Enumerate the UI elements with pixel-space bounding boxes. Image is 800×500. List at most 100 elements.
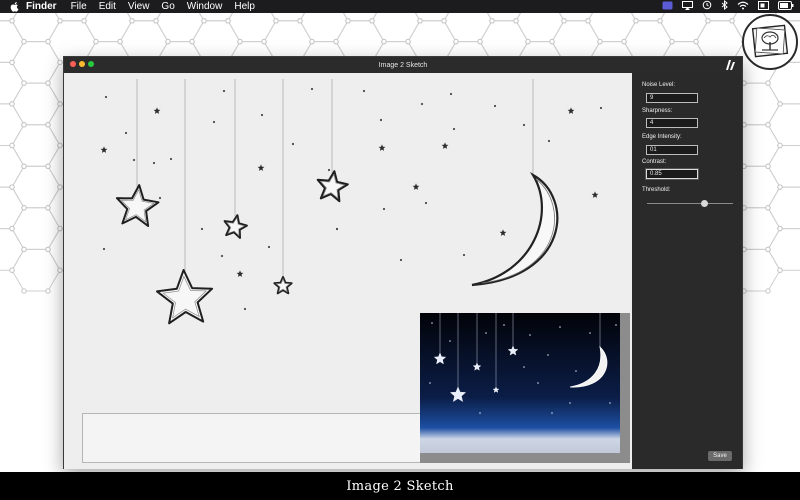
wallpaper-node bbox=[441, 18, 447, 24]
wallpaper-node bbox=[21, 205, 27, 211]
photo-star-dot bbox=[449, 340, 451, 342]
caption-banner: Image 2 Sketch bbox=[0, 472, 800, 500]
menu-finder[interactable]: Finder bbox=[26, 0, 57, 13]
dust-dot bbox=[260, 113, 264, 117]
drop-area[interactable] bbox=[82, 413, 422, 463]
wallpaper-node bbox=[129, 18, 135, 24]
photo-star-dot bbox=[523, 366, 525, 368]
noise-level-input[interactable]: 9 bbox=[646, 93, 698, 103]
dust-dot bbox=[104, 95, 108, 99]
dust-dot bbox=[379, 118, 383, 122]
photo-star-dot bbox=[559, 326, 561, 328]
wallpaper-node bbox=[21, 246, 27, 253]
sketch-canvas[interactable] bbox=[64, 73, 632, 469]
wallpaper-node bbox=[45, 122, 51, 128]
wallpaper-node bbox=[597, 38, 603, 45]
save-button[interactable]: Save bbox=[708, 451, 732, 461]
threshold-slider-track[interactable] bbox=[647, 203, 733, 204]
dust-dot bbox=[158, 196, 162, 200]
wallpaper-node bbox=[9, 18, 15, 24]
dust-dot bbox=[220, 254, 224, 258]
traffic-lights bbox=[70, 61, 94, 67]
wallpaper-node bbox=[777, 142, 783, 149]
caption-text: Image 2 Sketch bbox=[346, 478, 454, 494]
dust-dot bbox=[493, 104, 497, 108]
wallpaper-node bbox=[45, 38, 51, 45]
dust-dot bbox=[310, 87, 314, 91]
wallpaper-node bbox=[21, 163, 27, 170]
wallpaper-node bbox=[9, 101, 15, 107]
bluetooth-icon[interactable] bbox=[721, 0, 728, 13]
photo-star-dot bbox=[529, 334, 531, 336]
photo-star-dot bbox=[569, 402, 571, 404]
wallpaper-node bbox=[777, 184, 783, 190]
wallpaper-node bbox=[777, 225, 783, 232]
wallpaper-node bbox=[9, 184, 15, 190]
menu-file[interactable]: File bbox=[71, 0, 87, 13]
edge-intensity-input[interactable]: 01 bbox=[646, 145, 698, 155]
wallpaper-node bbox=[57, 59, 63, 66]
wallpaper-node bbox=[225, 18, 231, 24]
wallpaper-node bbox=[477, 38, 483, 45]
wallpaper-node bbox=[201, 18, 207, 24]
minimize-button[interactable] bbox=[79, 61, 85, 67]
sharpness-input[interactable]: 4 bbox=[646, 118, 698, 128]
wallpaper-node bbox=[9, 142, 15, 149]
app-status-icon[interactable] bbox=[662, 1, 673, 13]
dust-dot bbox=[382, 207, 386, 211]
close-button[interactable] bbox=[70, 61, 76, 67]
threshold-label: Threshold: bbox=[642, 187, 671, 193]
menu-view[interactable]: View bbox=[128, 0, 150, 13]
dust-dot bbox=[452, 127, 456, 131]
apple-menu-icon[interactable] bbox=[10, 1, 20, 12]
battery-icon[interactable] bbox=[778, 0, 794, 13]
photo-star-dot bbox=[503, 324, 505, 326]
dust-dot bbox=[169, 157, 173, 161]
airplay-icon[interactable] bbox=[682, 0, 693, 13]
original-image-preview bbox=[420, 313, 630, 463]
dust-dot bbox=[102, 247, 106, 251]
window-title: Image 2 Sketch bbox=[378, 61, 428, 69]
wallpaper-node bbox=[777, 101, 783, 107]
dust-dot bbox=[212, 120, 216, 124]
image-2-sketch-app-icon[interactable] bbox=[742, 14, 798, 70]
photo-star-dot bbox=[429, 382, 431, 384]
wallpaper-node bbox=[729, 18, 735, 24]
wallpaper-node bbox=[57, 101, 63, 107]
menu-window[interactable]: Window bbox=[187, 0, 223, 13]
wallpaper-node bbox=[561, 18, 567, 24]
menu-edit[interactable]: Edit bbox=[99, 0, 116, 13]
wallpaper-node bbox=[585, 18, 591, 24]
wifi-icon[interactable] bbox=[737, 1, 749, 13]
time-machine-icon[interactable] bbox=[702, 0, 712, 13]
dust-dot bbox=[522, 123, 526, 127]
wallpaper-node bbox=[81, 18, 87, 24]
wallpaper-node bbox=[93, 38, 99, 45]
contrast-input[interactable]: 0.85 bbox=[646, 169, 698, 179]
wallpaper-node bbox=[549, 38, 555, 45]
menu-go[interactable]: Go bbox=[161, 0, 174, 13]
wallpaper-node bbox=[777, 267, 783, 273]
wallpaper-node bbox=[309, 38, 315, 45]
wallpaper-node bbox=[765, 246, 771, 253]
wallpaper-node bbox=[765, 163, 771, 170]
wallpaper-node bbox=[657, 18, 663, 24]
photo-star-dot bbox=[547, 354, 549, 356]
dust-dot bbox=[462, 253, 466, 257]
wallpaper-node bbox=[9, 267, 15, 273]
wallpaper-node bbox=[237, 38, 243, 45]
menu-help[interactable]: Help bbox=[234, 0, 255, 13]
wallpaper-node bbox=[489, 18, 495, 24]
wallpaper-node bbox=[57, 225, 63, 232]
wallpaper-node bbox=[453, 38, 459, 45]
zoom-button[interactable] bbox=[88, 61, 94, 67]
window-titlebar[interactable]: Image 2 Sketch bbox=[64, 57, 742, 73]
wallpaper-node bbox=[621, 38, 627, 45]
display-icon[interactable] bbox=[758, 0, 769, 13]
contrast-label: Contrast: bbox=[642, 159, 667, 165]
dust-dot bbox=[399, 258, 403, 262]
wallpaper-node bbox=[513, 18, 519, 24]
threshold-slider-knob[interactable] bbox=[701, 200, 709, 207]
wallpaper-node bbox=[45, 205, 51, 211]
dust-dot bbox=[424, 201, 428, 205]
